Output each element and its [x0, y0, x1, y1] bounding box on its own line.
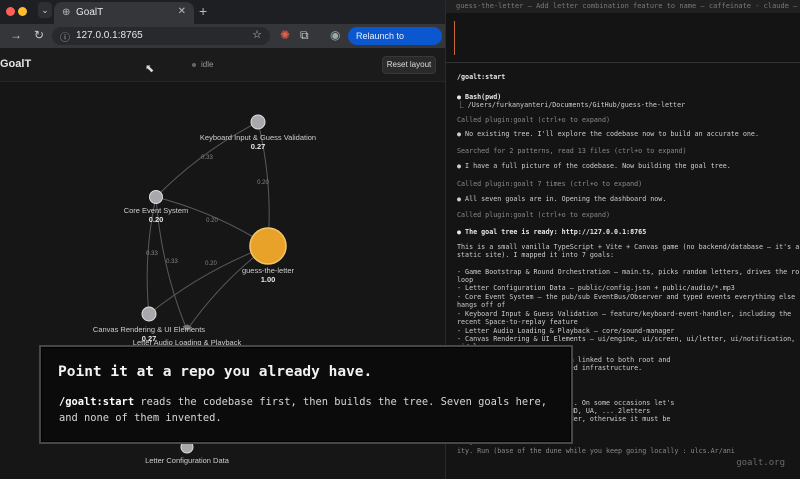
terminal-line: - Canvas Rendering & UI Elements — ui/en… — [457, 335, 796, 343]
terminal-line: /goalt:start — [457, 73, 506, 81]
terminal-line: ity. Run (base of the dune while you kee… — [457, 447, 735, 455]
edge-weight-label: 0.33 — [146, 251, 158, 257]
graph-node-label: Keyboard Input & Guess Validation — [200, 133, 316, 142]
chevron-down-icon[interactable]: ⌄ — [38, 2, 52, 18]
reset-layout-button[interactable]: Reset layout — [382, 56, 436, 74]
graph-edge — [148, 245, 269, 315]
new-tab-button[interactable]: + — [199, 3, 207, 19]
terminal-line: hangs off of — [457, 301, 506, 309]
graph-node-root[interactable] — [249, 227, 287, 265]
promo-heading: Point it at a repo you already have. — [58, 364, 373, 380]
graph-node-canvas[interactable] — [141, 306, 157, 322]
graph-node-keyboard[interactable] — [250, 114, 266, 130]
graph-node-label: Core Event System — [124, 206, 189, 215]
globe-icon: ⊕ — [62, 7, 71, 18]
promo-body: /goalt:start reads the codebase first, t… — [59, 394, 559, 426]
graph-node-core[interactable] — [149, 190, 163, 204]
terminal-line: ● Bash(pwd) — [457, 93, 502, 101]
graph-node-label: guess-the-letter — [242, 266, 295, 275]
extension-icon[interactable]: ✺ — [280, 28, 290, 42]
status-dot-icon — [192, 62, 196, 67]
tab-goalt[interactable]: ⊕ GoalT ✕ — [54, 2, 194, 24]
terminal-line: static site). I mapped it into 7 goals: — [457, 251, 615, 259]
terminal-line: Called plugin:goalt (ctrl+o to expand) — [457, 211, 610, 219]
terminal-line: - Game Bootstrap & Round Orchestration —… — [457, 268, 800, 276]
app-brand: GoalT — [0, 58, 32, 70]
edge-weight-label: 0.33 — [201, 155, 213, 161]
close-window-dot[interactable] — [6, 7, 15, 16]
terminal-line: ● No existing tree. I'll explore the cod… — [457, 130, 759, 138]
terminal-input-area[interactable] — [446, 13, 800, 63]
terminal-line: recent Space-to-replay feature — [457, 318, 578, 326]
terminal-line: - Letter Audio Loading & Playback — core… — [457, 327, 675, 335]
terminal-line: This is a small vanilla TypeScript + Vit… — [457, 243, 800, 251]
footer-link[interactable]: goalt.org — [736, 458, 785, 468]
url-text: 127.0.0.1:8765 — [76, 30, 143, 41]
promo-card: Point it at a repo you already have. /go… — [39, 345, 573, 444]
profile-avatar-icon[interactable]: ◉ — [330, 28, 340, 42]
terminal-line: Called plugin:goalt (ctrl+o to expand) — [457, 116, 610, 124]
graph-node-score: 0.27 — [251, 142, 266, 151]
edge-weight-label: 0.20 — [205, 261, 217, 267]
terminal-line: - Letter Configuration Data — public/con… — [457, 284, 735, 292]
terminal-line: ● I have a full picture of the codebase.… — [457, 162, 731, 170]
forward-icon[interactable]: → — [10, 28, 22, 42]
terminal-line: - Keyboard Input & Guess Validation — fe… — [457, 310, 792, 318]
browser-toolbar: → ↻ ⓘ 127.0.0.1:8765 ☆ ✺ ⧉ ◉ Relaunch to… — [0, 24, 445, 59]
tab-title: GoalT — [76, 7, 104, 18]
close-tab-icon[interactable]: ✕ — [178, 6, 186, 17]
graph-node-score: 1.00 — [261, 275, 276, 284]
terminal-line: - Core Event System — the pub/sub EventB… — [457, 293, 796, 301]
address-bar[interactable]: ⓘ 127.0.0.1:8765 ☆ — [52, 27, 270, 45]
graph-node-score: 0.20 — [149, 215, 164, 224]
extensions-puzzle-icon[interactable]: ⧉ — [300, 28, 309, 43]
status-indicator: idle — [192, 60, 213, 69]
terminal-title: guess-the-letter — Add letter combinatio… — [446, 0, 800, 13]
bookmark-star-icon[interactable]: ☆ — [252, 28, 262, 41]
terminal-line: loop — [457, 276, 474, 284]
terminal-line: Searched for 2 patterns, read 13 files (… — [457, 147, 687, 155]
status-text: idle — [201, 60, 214, 69]
edge-weight-label: 0.33 — [166, 259, 178, 265]
edge-weight-label: 0.20 — [257, 180, 269, 186]
terminal-line: ● The goal tree is ready: http://127.0.0… — [457, 228, 647, 236]
relaunch-button[interactable]: Relaunch to update ⋮ — [348, 27, 442, 59]
graph-node-label: Letter Configuration Data — [145, 456, 230, 465]
site-info-icon[interactable]: ⓘ — [60, 29, 70, 44]
minimize-window-dot[interactable] — [18, 7, 27, 16]
promo-command: /goalt:start — [59, 396, 135, 408]
reload-icon[interactable]: ↻ — [34, 28, 44, 42]
edge-weight-label: 0.20 — [206, 218, 218, 224]
graph-node-label: Canvas Rendering & UI Elements — [93, 325, 205, 334]
app-header: GoalT idle Reset layout ⬉ — [0, 48, 445, 82]
mouse-cursor-icon: ⬉ — [145, 63, 155, 75]
terminal-line: Called plugin:goalt 7 times (ctrl+o to e… — [457, 180, 643, 188]
tab-bar: ⌄ ⊕ GoalT ✕ + — [0, 0, 445, 24]
terminal-line: ● All seven goals are in. Opening the da… — [457, 195, 667, 203]
terminal-line: ⎿ /Users/furkanyanteri/Documents/GitHub/… — [457, 101, 686, 109]
